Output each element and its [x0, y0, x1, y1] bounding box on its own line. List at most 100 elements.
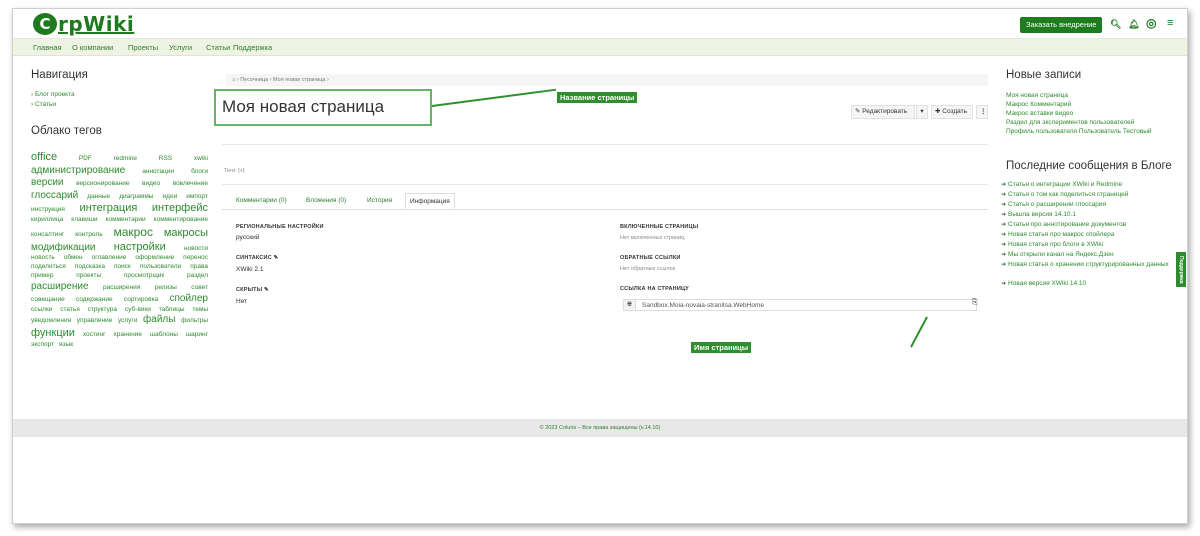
tag-link[interactable]: клавиши	[71, 216, 97, 223]
tag-link[interactable]: новость	[31, 254, 55, 261]
tag-link[interactable]: уведомления	[31, 317, 71, 324]
tag-link[interactable]: хостинг	[83, 331, 106, 338]
tag-link[interactable]: контроль	[75, 231, 102, 238]
tag-link[interactable]: совещание	[31, 296, 65, 303]
tag-link[interactable]: шаринг	[186, 331, 208, 338]
tag-link[interactable]: релизы	[155, 284, 177, 291]
nav-item-services[interactable]: Услуги	[169, 43, 192, 52]
blog-post-link[interactable]: Новая статья про макрос спойлера	[1001, 231, 1176, 239]
nav-item-support[interactable]: Поддержка	[233, 43, 272, 52]
tag-link[interactable]: хранение	[113, 331, 142, 338]
blog-post-link[interactable]: Статья о расширении глоссария	[1001, 201, 1176, 209]
tag-link[interactable]: структура	[88, 306, 117, 313]
tag-link[interactable]: администрирование	[31, 165, 125, 176]
tag-link[interactable]: ссылки	[31, 306, 52, 313]
nav-link-articles[interactable]: › Статьи	[31, 101, 56, 108]
nav-item-articles[interactable]: Статьи	[206, 43, 230, 52]
tag-link[interactable]: xwiki	[194, 155, 208, 162]
tag-link[interactable]: импорт	[186, 193, 208, 200]
tag-link[interactable]: блоги	[191, 168, 208, 175]
tag-link[interactable]: идеи	[163, 193, 178, 200]
tab-attachments[interactable]: Вложения (0)	[302, 193, 350, 209]
blog-post-link[interactable]: Новая статья про блоги в XWiki	[1001, 241, 1176, 249]
hidden-heading[interactable]: СКРЫТЫ ✎	[236, 287, 269, 293]
tag-link[interactable]: сортировка	[124, 296, 158, 303]
tag-link[interactable]: таблицы	[159, 306, 185, 313]
edit-button[interactable]: ✎ Редактировать	[851, 105, 915, 119]
tag-link[interactable]: содержание	[76, 296, 113, 303]
tag-link[interactable]: инструкция	[31, 206, 65, 213]
tag-link[interactable]: права	[190, 263, 208, 270]
tag-link[interactable]: суб-вики	[125, 306, 151, 313]
nav-item-projects[interactable]: Проекты	[128, 43, 158, 52]
tag-link[interactable]: перенос	[183, 254, 208, 261]
tag-link[interactable]: просмотрщик	[124, 272, 164, 279]
tag-link[interactable]: экспорт	[31, 341, 54, 348]
search-icon[interactable]: 🔍︎	[1110, 19, 1121, 30]
blog-post-link[interactable]: Статья про аннотирование документов	[1001, 221, 1176, 229]
blog-post-link[interactable]: Мы открыли канал на Яндекс.Дзен	[1001, 251, 1176, 259]
tab-history[interactable]: История	[363, 193, 396, 209]
more-actions-button[interactable]: ⋮	[976, 105, 988, 119]
tag-link[interactable]: пример	[31, 272, 53, 279]
recent-post-link[interactable]: Раздел для экспериментов пользователей	[1006, 119, 1134, 126]
tag-link[interactable]: PDF	[79, 155, 92, 162]
copy-icon[interactable]: ⎘	[972, 299, 982, 311]
blog-post-link[interactable]: Новая версия XWiki 14.10	[1001, 280, 1176, 288]
tag-link[interactable]: интеграция	[79, 202, 137, 214]
tag-link[interactable]: видео	[142, 180, 160, 187]
tag-link[interactable]: темы	[192, 306, 208, 313]
tag-link[interactable]: расширение	[31, 281, 89, 292]
tag-link[interactable]: RSS	[159, 155, 172, 162]
tag-link[interactable]: настройки	[114, 241, 166, 253]
tag-link[interactable]: файлы	[143, 314, 175, 325]
tag-link[interactable]: office	[31, 151, 57, 163]
order-implementation-button[interactable]: Заказать внедрение	[1020, 17, 1103, 33]
tag-link[interactable]: подсказка	[75, 263, 105, 270]
recent-post-link[interactable]: Макрос Комментарий	[1006, 101, 1071, 108]
tag-link[interactable]: глоссарий	[31, 190, 78, 201]
tag-link[interactable]: поделиться	[31, 263, 66, 270]
menu-icon[interactable]: ≡	[1167, 17, 1173, 29]
tab-information[interactable]: Информация	[405, 193, 455, 209]
tag-link[interactable]: поиск	[114, 263, 131, 270]
tag-link[interactable]: управление	[77, 317, 113, 324]
tag-link[interactable]: интерфейс	[152, 202, 208, 214]
recent-post-link[interactable]: Макрос вставки видео	[1006, 110, 1073, 117]
tag-link[interactable]: аннотации	[142, 168, 174, 175]
tag-link[interactable]: комментарии	[106, 216, 146, 223]
tag-link[interactable]: макросы	[164, 227, 208, 239]
support-side-tab[interactable]: Поддержка	[1176, 252, 1186, 287]
user-icon[interactable]: ◎	[1146, 16, 1156, 30]
tag-link[interactable]: redmine	[114, 155, 137, 162]
tag-link[interactable]: версионирование	[76, 180, 129, 187]
tag-link[interactable]: новости	[184, 245, 208, 252]
tag-link[interactable]: модификации	[31, 242, 96, 253]
tag-link[interactable]: макрос	[113, 225, 153, 239]
blog-post-link[interactable]: Статья о том как поделиться страницей	[1001, 191, 1176, 199]
recent-post-link[interactable]: Моя новая страница	[1006, 92, 1068, 99]
tab-comments[interactable]: Комментарии (0)	[232, 193, 291, 209]
nav-item-home[interactable]: Главная	[33, 43, 62, 52]
tag-link[interactable]: консалтинг	[31, 231, 64, 238]
page-link-field[interactable]: 🌐︎ Sandbox.Moia-novaia-stranitsa.WebHome	[623, 299, 977, 311]
syntax-heading[interactable]: СИНТАКСИС ✎	[236, 255, 278, 261]
tag-link[interactable]: функции	[31, 327, 75, 339]
tag-link[interactable]: пользователи	[140, 263, 181, 270]
tag-link[interactable]: оформление	[135, 254, 174, 261]
recent-post-link[interactable]: Профиль пользователя Пользователь Тестов…	[1006, 128, 1152, 135]
tag-link[interactable]: раздел	[187, 272, 208, 279]
blog-post-link[interactable]: Новая статья о хранении структурированны…	[1001, 261, 1176, 269]
tag-link[interactable]: совет	[191, 284, 208, 291]
bell-icon[interactable]: 🔔︎	[1128, 19, 1139, 30]
tag-link[interactable]: обмен	[64, 254, 83, 261]
tag-link[interactable]: фильтры	[181, 317, 208, 324]
tag-link[interactable]: данные	[87, 193, 110, 200]
tag-link[interactable]: диаграммы	[119, 193, 153, 200]
tag-link[interactable]: услуги	[118, 317, 137, 324]
site-logo[interactable]: C rpWiki	[33, 12, 134, 36]
blog-post-link[interactable]: Статья о интеграции XWiki и Redmine	[1001, 181, 1176, 189]
tag-link[interactable]: кириллица	[31, 216, 63, 223]
tag-link[interactable]: проекты	[76, 272, 101, 279]
tag-link[interactable]: вовлечение	[173, 180, 208, 187]
